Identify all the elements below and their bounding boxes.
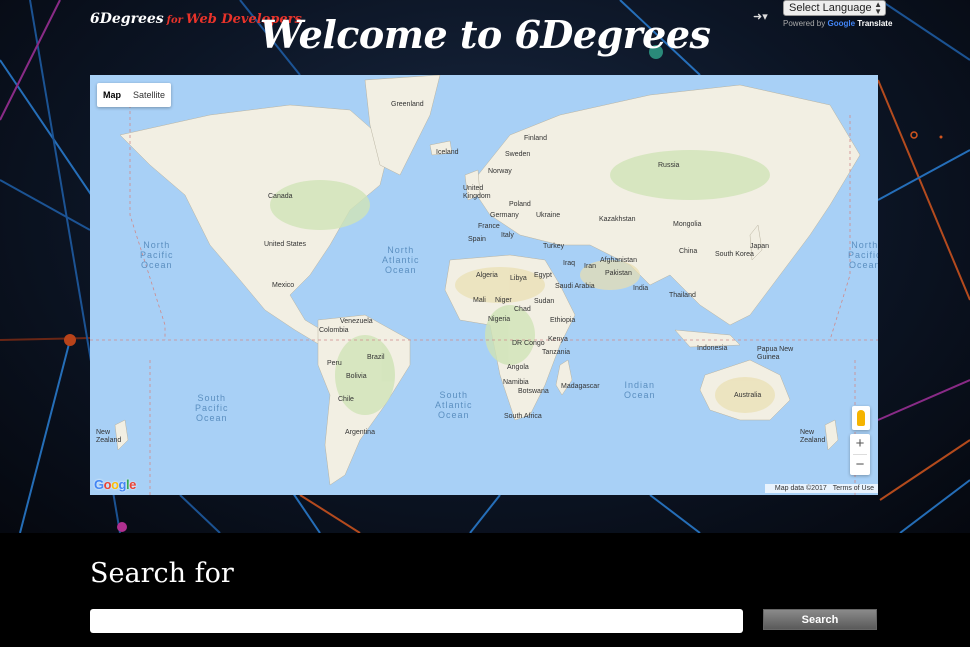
- map-label: Indonesia: [697, 345, 728, 352]
- map-label: South Korea: [715, 251, 754, 258]
- map-label: Mexico: [272, 282, 295, 289]
- map-label: Tanzania: [542, 349, 571, 356]
- map-label: Thailand: [669, 292, 696, 299]
- map-label: France: [478, 223, 500, 230]
- map-label: United States: [264, 241, 307, 248]
- map-label: Madagascar: [561, 383, 600, 390]
- map-label: Peru: [327, 360, 342, 367]
- ocean-label-south-pacific: South Pacific Ocean: [195, 393, 229, 423]
- map-label: Egypt: [534, 272, 552, 279]
- map-label: Nigeria: [488, 316, 511, 323]
- map-label: Brazil: [367, 354, 385, 361]
- map-label: Venezuela: [340, 318, 373, 325]
- map-label: Namibia: [503, 379, 529, 386]
- ocean-label-north-pacific-left: North Pacific Ocean: [140, 240, 174, 270]
- ocean-label-north-pacific-right: North Pacific Ocean: [848, 240, 878, 270]
- search-heading: Search for: [90, 558, 234, 589]
- map-label: Chile: [338, 396, 354, 403]
- map-land-layer: [90, 75, 878, 495]
- map-label: Sweden: [505, 151, 531, 158]
- google-text: Google: [827, 19, 856, 28]
- map-label: South Africa: [504, 413, 542, 420]
- map-label: Bolivia: [346, 373, 367, 380]
- powered-by-google-translate: Powered by Google Translate: [783, 19, 892, 28]
- map-label: Kazakhstan: [599, 216, 636, 223]
- map-label: Algeria: [476, 272, 498, 279]
- zoom-control: + −: [850, 434, 870, 475]
- map-label: Australia: [734, 392, 762, 399]
- world-map[interactable]: North Pacific Ocean North Pacific Ocean …: [90, 75, 878, 495]
- map-label: DR Congo: [512, 340, 545, 347]
- zoom-out-button[interactable]: −: [850, 455, 870, 475]
- map-label: Germany: [490, 212, 519, 219]
- translate-link[interactable]: Translate: [857, 19, 892, 28]
- map-label: India: [633, 285, 649, 292]
- map-label: Pakistan: [605, 270, 632, 277]
- map-label: Chad: [514, 306, 531, 313]
- map-label: Afghanistan: [600, 257, 637, 264]
- search-button[interactable]: Search: [763, 609, 877, 630]
- language-select-label: Select Language: [789, 2, 872, 14]
- language-select[interactable]: Select Language ▲ ▼: [783, 0, 886, 16]
- map-label: Niger: [495, 297, 512, 304]
- map-label: China: [679, 248, 698, 255]
- map-label: Italy: [501, 232, 514, 239]
- ocean-label-north-atlantic: North Atlantic Ocean: [382, 245, 420, 275]
- map-label: Mongolia: [673, 221, 702, 228]
- hero-section: 6Degrees for Web Developers Welcome to 6De…: [0, 0, 970, 533]
- map-label: Ethiopia: [550, 317, 576, 324]
- map-attribution: Map data ©2017 Terms of Use: [764, 484, 878, 493]
- updown-arrow-icon: ▲ ▼: [874, 0, 882, 16]
- map-label: New Zealand: [96, 429, 122, 444]
- map-label: Iran: [584, 263, 597, 270]
- map-label: Greenland: [391, 101, 424, 108]
- map-label: Poland: [509, 201, 531, 208]
- map-label: Colombia: [319, 327, 349, 334]
- map-label: Argentina: [345, 429, 375, 436]
- map-label: Ukraine: [536, 212, 561, 219]
- map-label: Canada: [268, 193, 293, 200]
- ocean-label-indian: Indian Ocean: [624, 380, 656, 400]
- zoom-in-button[interactable]: +: [850, 434, 870, 454]
- map-label: Russia: [658, 162, 680, 169]
- map-type-satellite-button[interactable]: Satellite: [127, 83, 171, 107]
- terms-of-use-link[interactable]: Terms of Use: [833, 485, 874, 492]
- map-label: Iceland: [436, 149, 459, 156]
- map-label: Libya: [510, 275, 527, 282]
- land-new-zealand-right: [824, 419, 839, 451]
- map-label: Turkey: [543, 243, 565, 250]
- map-label: Botswana: [518, 388, 549, 395]
- map-label: Kenya: [548, 336, 568, 343]
- map-label: Norway: [488, 168, 512, 175]
- map-label: New Zealand: [800, 429, 826, 444]
- map-type-map-button[interactable]: Map: [97, 83, 127, 107]
- map-label: Japan: [750, 243, 770, 250]
- google-logo[interactable]: Google: [94, 477, 136, 492]
- pegman-icon[interactable]: [852, 406, 870, 430]
- map-label: Finland: [524, 135, 547, 142]
- ocean-label-south-atlantic: South Atlantic Ocean: [435, 390, 473, 420]
- map-label: Sudan: [534, 298, 555, 305]
- login-icon[interactable]: ➜▾: [753, 10, 768, 23]
- map-label: Iraq: [563, 260, 576, 267]
- map-label: Saudi Arabia: [555, 283, 595, 290]
- map-label: Angola: [507, 364, 529, 371]
- map-label: Mali: [473, 297, 486, 304]
- map-label: Papua New Guinea: [757, 346, 794, 361]
- map-label: United Kingdom: [463, 185, 491, 200]
- search-input[interactable]: [90, 609, 743, 633]
- map-label: Spain: [468, 236, 486, 243]
- map-data-text[interactable]: Map data ©2017: [775, 485, 827, 492]
- map-type-control: Map Satellite: [97, 83, 172, 107]
- powered-by-text: Powered by: [783, 19, 826, 28]
